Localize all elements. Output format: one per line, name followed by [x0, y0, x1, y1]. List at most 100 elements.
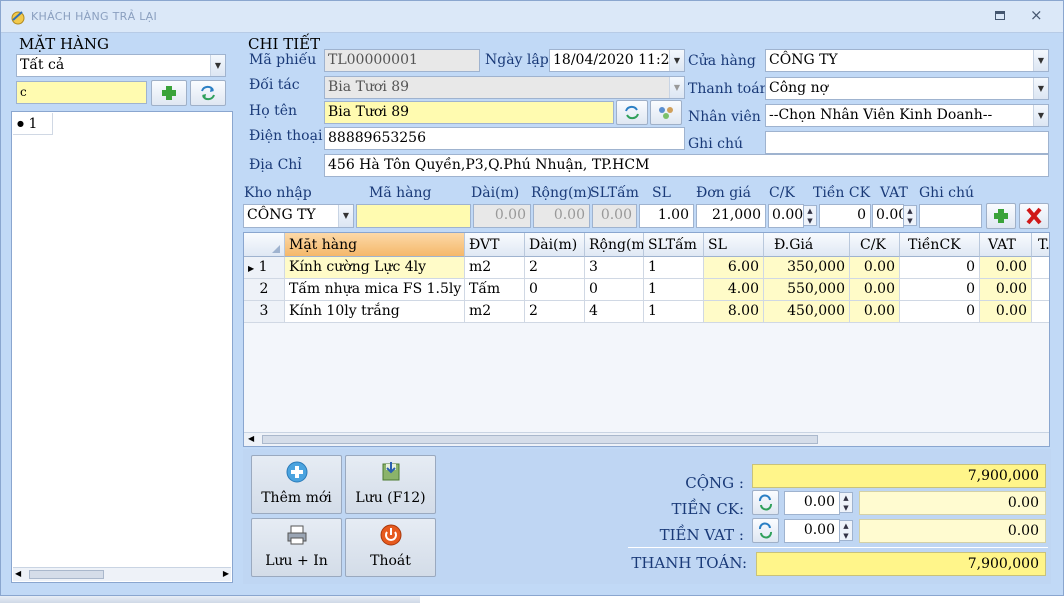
cell-rong[interactable]: 4: [585, 301, 644, 323]
ma-hang-input[interactable]: [356, 204, 471, 228]
tien-vat-spinner[interactable]: ▲ ▼: [839, 520, 853, 541]
spin-up-icon[interactable]: ▲: [840, 493, 852, 503]
cell-sltam[interactable]: 1: [644, 301, 704, 323]
cell-t[interactable]: 2: [1032, 257, 1049, 279]
cell-mat-hang[interactable]: Kính cường Lực 4ly: [285, 257, 465, 279]
vat-input[interactable]: 0.00: [872, 204, 904, 228]
cell-vat[interactable]: 0.00: [980, 279, 1032, 301]
dien-thoai-field[interactable]: 88889653256: [324, 127, 685, 150]
cell-rong[interactable]: 0: [585, 279, 644, 301]
luu-button[interactable]: Lưu (F12): [345, 455, 436, 514]
cell-tienck[interactable]: 0: [900, 301, 980, 323]
thanh-toan-dropdown[interactable]: Công nợ ▼: [765, 77, 1049, 100]
scroll-left-icon[interactable]: ◀: [248, 434, 254, 443]
close-icon[interactable]: ×: [1030, 6, 1043, 24]
vat-spinner[interactable]: ▲ ▼: [903, 205, 917, 226]
scroll-right-icon[interactable]: ▶: [223, 569, 229, 578]
select-all-icon[interactable]: [244, 233, 284, 257]
don-gia-input[interactable]: 21,000: [696, 204, 766, 228]
chevron-down-icon[interactable]: ▼: [210, 55, 225, 76]
dia-chi-field[interactable]: 456 Hà Tôn Quyền,P3,Q.Phú Nhuận, TP.HCM: [324, 154, 1049, 177]
ck-input[interactable]: 0.00: [768, 204, 804, 228]
horizontal-scrollbar[interactable]: ◀ ▶: [13, 567, 231, 581]
cell-dgia[interactable]: 350,000: [764, 257, 850, 279]
col-t[interactable]: T.: [1032, 233, 1049, 257]
tien-ck-refresh-button[interactable]: [752, 490, 779, 515]
ngay-lap-field[interactable]: 18/04/2020 11:24 ▼: [549, 49, 685, 72]
tree-row[interactable]: ● 1: [13, 113, 53, 135]
col-tienck[interactable]: TiềnCK: [900, 233, 980, 257]
col-rong[interactable]: Rộng(m): [585, 233, 644, 257]
dai-input[interactable]: 0.00: [473, 204, 531, 228]
col-sl[interactable]: SL: [704, 233, 764, 257]
add-item-button[interactable]: [151, 80, 187, 106]
cell-sl[interactable]: 4.00: [704, 279, 764, 301]
chevron-down-icon[interactable]: ▼: [1033, 105, 1048, 126]
doi-tac-dropdown[interactable]: Bia Tươi 89 ▼: [324, 76, 685, 99]
ghi-chu-field[interactable]: [765, 131, 1049, 154]
tien-ck-input[interactable]: 0: [819, 204, 871, 228]
cell-sltam[interactable]: 1: [644, 279, 704, 301]
col-ck[interactable]: C/K: [850, 233, 900, 257]
cell-rong[interactable]: 3: [585, 257, 644, 279]
delete-line-button[interactable]: [1019, 203, 1049, 229]
row-header[interactable]: 2: [244, 279, 285, 301]
cell-tienck[interactable]: 0: [900, 279, 980, 301]
cell-dvt[interactable]: m2: [465, 301, 525, 323]
nhan-vien-dropdown[interactable]: --Chọn Nhân Viên Kinh Doanh-- ▼: [765, 104, 1049, 127]
tien-vat-pct-input[interactable]: 0.00: [784, 519, 840, 543]
cell-dai[interactable]: 2: [525, 257, 585, 279]
scroll-left-icon[interactable]: ◀: [15, 569, 21, 578]
spin-down-icon[interactable]: ▼: [840, 531, 852, 541]
spin-up-icon[interactable]: ▲: [804, 206, 816, 216]
spin-up-icon[interactable]: ▲: [840, 521, 852, 531]
spin-down-icon[interactable]: ▼: [840, 503, 852, 513]
cell-ck[interactable]: 0.00: [850, 279, 900, 301]
cell-t[interactable]: 3: [1032, 301, 1049, 323]
cell-sltam[interactable]: 1: [644, 257, 704, 279]
cell-sl[interactable]: 8.00: [704, 301, 764, 323]
sl-input[interactable]: 1.00: [639, 204, 694, 228]
col-vat[interactable]: VAT: [980, 233, 1032, 257]
customer-search-button[interactable]: [650, 100, 682, 125]
cell-tienck[interactable]: 0: [900, 257, 980, 279]
restore-icon[interactable]: [995, 11, 1005, 20]
col-mat-hang[interactable]: Mặt hàng: [285, 233, 465, 257]
cell-mat-hang[interactable]: Tấm nhựa mica FS 1.5ly: [285, 279, 465, 301]
row-header[interactable]: ▶ 1: [244, 257, 285, 279]
spin-up-icon[interactable]: ▲: [904, 206, 916, 216]
cell-dvt[interactable]: m2: [465, 257, 525, 279]
chevron-down-icon[interactable]: ▼: [1033, 78, 1048, 99]
cell-ck[interactable]: 0.00: [850, 257, 900, 279]
chevron-down-icon[interactable]: ▼: [1033, 50, 1048, 71]
cell-vat[interactable]: 0.00: [980, 257, 1032, 279]
cell-dvt[interactable]: Tấm: [465, 279, 525, 301]
row-header[interactable]: 3: [244, 301, 285, 323]
ho-ten-field[interactable]: Bia Tươi 89: [324, 101, 614, 124]
tien-ck-spinner[interactable]: ▲ ▼: [839, 492, 853, 513]
refresh-customer-button[interactable]: [616, 100, 648, 125]
kho-nhap-dropdown[interactable]: CÔNG TY ▼: [243, 204, 354, 228]
scroll-thumb[interactable]: [262, 435, 818, 444]
grid-horizontal-scrollbar[interactable]: ◀: [244, 432, 1049, 446]
tien-vat-refresh-button[interactable]: [752, 518, 779, 543]
col-sltam[interactable]: SLTấm: [644, 233, 704, 257]
spin-down-icon[interactable]: ▼: [804, 216, 816, 226]
chevron-down-icon[interactable]: ▼: [669, 50, 684, 71]
ma-phieu-field[interactable]: TL00000001: [324, 49, 480, 72]
sltam-input[interactable]: 0.00: [592, 204, 637, 228]
scroll-thumb[interactable]: [29, 570, 104, 579]
them-moi-button[interactable]: Thêm mới: [251, 455, 342, 514]
cell-t[interactable]: 2: [1032, 279, 1049, 301]
cell-dgia[interactable]: 550,000: [764, 279, 850, 301]
search-input[interactable]: c: [16, 81, 147, 104]
chevron-down-icon[interactable]: ▼: [669, 77, 684, 98]
cell-ck[interactable]: 0.00: [850, 301, 900, 323]
col-dvt[interactable]: ĐVT: [465, 233, 525, 257]
col-dai[interactable]: Dài(m): [525, 233, 585, 257]
cell-dai[interactable]: 0: [525, 279, 585, 301]
cell-mat-hang[interactable]: Kính 10ly trắng: [285, 301, 465, 323]
luu-in-button[interactable]: Lưu + In: [251, 518, 342, 577]
spin-down-icon[interactable]: ▼: [904, 216, 916, 226]
refresh-button[interactable]: [190, 80, 226, 106]
